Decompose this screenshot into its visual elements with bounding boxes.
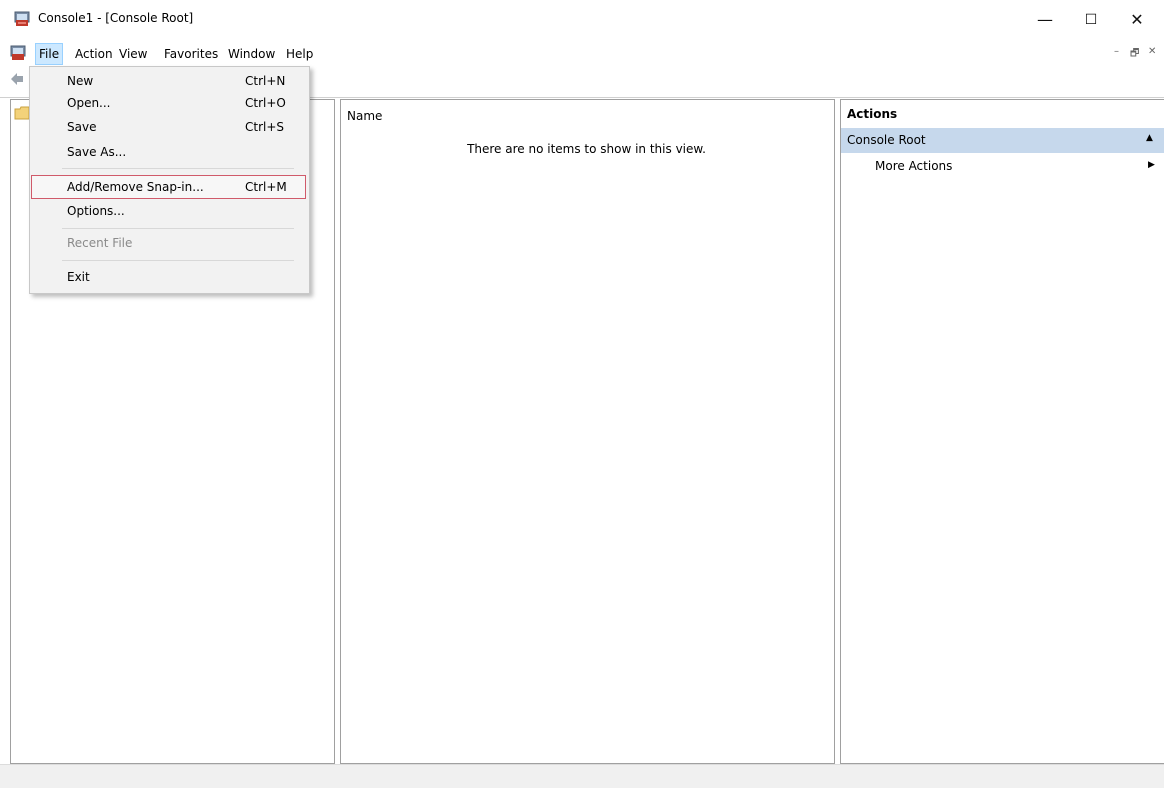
window-title: Console1 - [Console Root] <box>38 11 194 25</box>
menu-favorites[interactable]: Favorites <box>161 44 221 64</box>
close-button[interactable]: ✕ <box>1114 6 1160 34</box>
menu-help[interactable]: Help <box>283 44 316 64</box>
menu-item-label: Save <box>67 120 97 134</box>
collapse-up-icon[interactable]: ▲ <box>1146 133 1153 143</box>
menu-window[interactable]: Window <box>225 44 278 64</box>
actions-pane-title: Actions <box>847 107 898 121</box>
folder-icon[interactable] <box>14 106 30 123</box>
menu-view[interactable]: View <box>116 44 150 64</box>
menu-action[interactable]: Action <box>72 44 116 64</box>
menu-separator <box>62 260 294 261</box>
menu-item-shortcut: Ctrl+S <box>245 120 285 134</box>
more-actions-link[interactable]: More Actions <box>875 159 952 173</box>
menu-item-label: Save As... <box>67 145 127 159</box>
menu-item-new[interactable]: New Ctrl+N <box>31 71 306 93</box>
minimize-button[interactable]: — <box>1022 6 1068 34</box>
menu-item-label: Exit <box>67 270 90 284</box>
menu-item-add-remove-snap-in[interactable]: Add/Remove Snap-in... Ctrl+M <box>31 175 306 199</box>
menu-item-label: Open... <box>67 96 111 110</box>
menu-item-open[interactable]: Open... Ctrl+O <box>31 93 306 115</box>
mdi-close-button[interactable]: ✕ <box>1148 46 1156 57</box>
menu-item-shortcut: Ctrl+M <box>245 180 287 194</box>
actions-pane <box>840 99 1164 764</box>
menu-item-save[interactable]: Save Ctrl+S <box>31 117 306 139</box>
menu-item-save-as[interactable]: Save As... <box>31 142 306 164</box>
menu-item-options[interactable]: Options... <box>31 201 306 223</box>
mdi-minimize-button[interactable]: – <box>1114 46 1119 57</box>
results-list-pane[interactable] <box>340 99 835 764</box>
menu-item-label: Add/Remove Snap-in... <box>67 180 204 194</box>
back-arrow-icon[interactable] <box>10 72 24 89</box>
console-window-icon[interactable] <box>10 45 26 61</box>
menu-separator <box>62 168 294 169</box>
menu-file[interactable]: File <box>35 43 64 65</box>
menu-separator <box>62 228 294 229</box>
menu-item-label: Options... <box>67 204 125 218</box>
menu-item-shortcut: Ctrl+N <box>245 74 286 88</box>
menu-item-shortcut: Ctrl+O <box>245 96 286 110</box>
empty-list-message: There are no items to show in this view. <box>467 142 706 156</box>
menu-item-recent-file: Recent File <box>31 233 306 255</box>
menu-item-exit[interactable]: Exit <box>31 267 306 289</box>
maximize-button[interactable]: ☐ <box>1068 6 1114 34</box>
column-header-name[interactable]: Name <box>347 109 382 123</box>
actions-section-label: Console Root <box>847 133 926 147</box>
status-bar <box>0 764 1164 788</box>
menu-item-label: New <box>67 74 94 88</box>
mdi-restore-button[interactable]: 🗗 <box>1130 46 1139 63</box>
menu-item-label: Recent File <box>67 236 133 250</box>
mmc-app-icon[interactable] <box>14 11 30 27</box>
submenu-arrow-icon[interactable]: ▶ <box>1148 160 1155 170</box>
